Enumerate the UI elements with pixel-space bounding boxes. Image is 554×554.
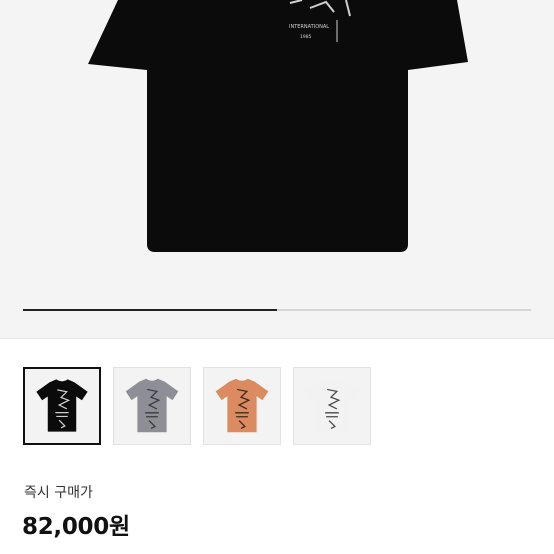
tshirt-thumbnail-image (204, 368, 280, 444)
instant-buy-price: 82,000원 (22, 514, 130, 540)
carousel-progress-track[interactable] (23, 309, 531, 311)
tshirt-image: INTERNATIONAL 1985 (88, 0, 468, 252)
thumbnail-white[interactable] (293, 367, 371, 445)
svg-text:1985: 1985 (300, 34, 312, 40)
product-image[interactable]: INTERNATIONAL 1985 (0, 0, 554, 338)
tshirt-thumbnail-image (114, 368, 190, 444)
tshirt-thumbnail-image (25, 369, 99, 443)
thumbnail-gray[interactable] (113, 367, 191, 445)
svg-text:INTERNATIONAL: INTERNATIONAL (289, 24, 329, 30)
divider (0, 338, 554, 339)
color-option-thumbnails (23, 367, 383, 447)
thumbnail-black[interactable] (23, 367, 101, 445)
instant-buy-label: 즉시 구매가 (24, 485, 93, 501)
carousel-progress-indicator (23, 309, 277, 311)
tshirt-thumbnail-image (294, 368, 370, 444)
thumbnail-orange[interactable] (203, 367, 281, 445)
